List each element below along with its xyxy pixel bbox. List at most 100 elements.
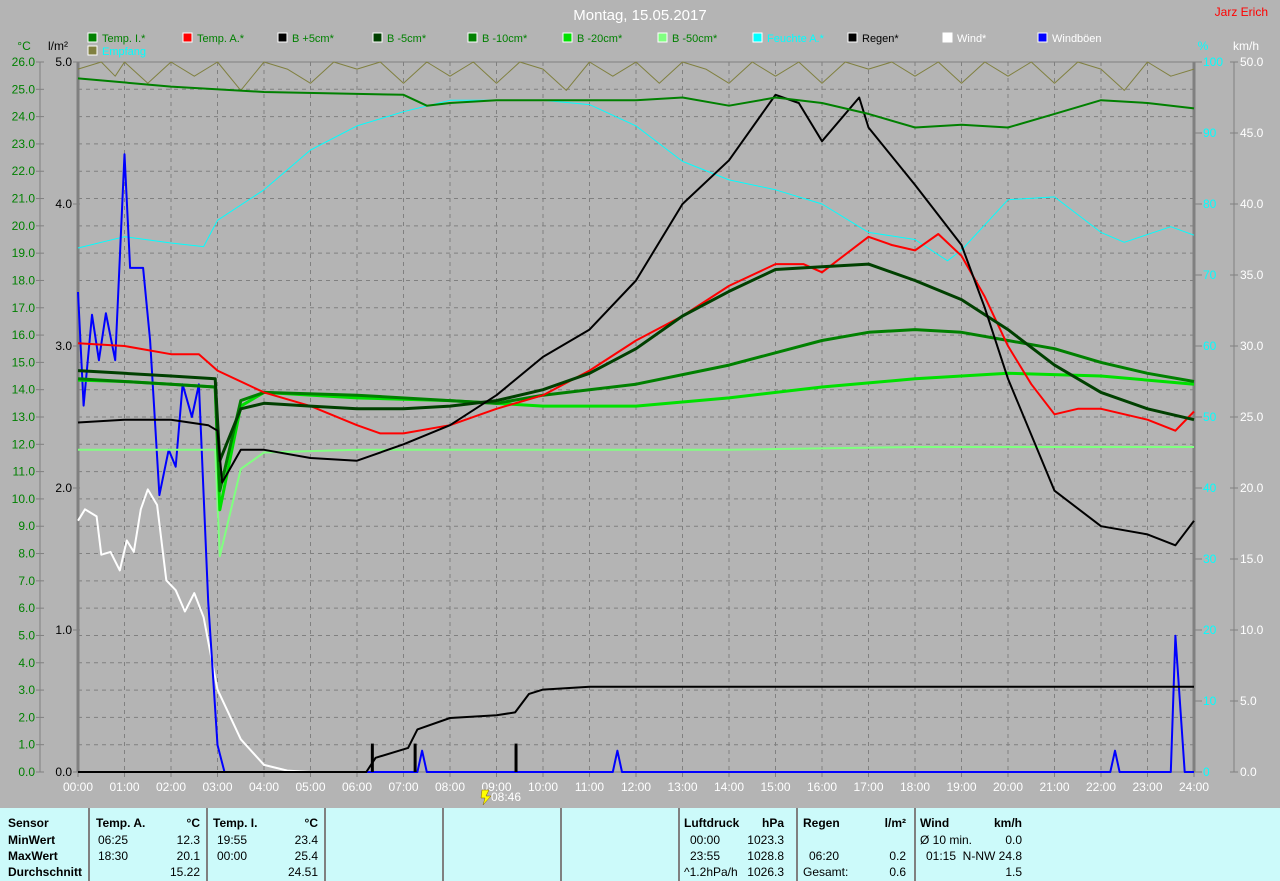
x-tick-label: 14:00	[714, 780, 744, 794]
rain-tick-label: 2.0	[55, 481, 72, 495]
pressure-max-time: 23:55	[690, 849, 721, 863]
temp-tick-label: 23.0	[12, 137, 36, 151]
x-tick-label: 21:00	[1039, 780, 1069, 794]
x-tick-label: 04:00	[249, 780, 279, 794]
humidity-tick-label: 100	[1203, 55, 1223, 69]
legend-label: Temp. I.*	[102, 33, 146, 45]
pressure-min-value: 1023.3	[747, 833, 784, 847]
wind-axis-title: km/h	[1233, 39, 1259, 53]
rain-max-value: 0.2	[889, 849, 906, 863]
legend-swatch	[277, 32, 288, 43]
legend-label: B -20cm*	[577, 33, 623, 45]
legend-swatch	[657, 32, 668, 43]
legend-swatch	[1037, 32, 1048, 43]
row-label-min: MinWert	[8, 833, 56, 847]
row-header: Sensor	[8, 816, 49, 830]
x-tick-label: 02:00	[156, 780, 186, 794]
temp-tick-label: 16.0	[12, 328, 36, 342]
x-tick-label: 24:00	[1179, 780, 1209, 794]
humidity-tick-label: 0	[1203, 765, 1210, 779]
rain-total-label: Gesamt:	[803, 865, 849, 879]
rain-header: Regen	[803, 816, 840, 830]
temp-tick-label: 3.0	[18, 683, 35, 697]
legend-swatch	[182, 32, 193, 43]
now-marker: 08:46	[480, 789, 521, 805]
humidity-tick-label: 70	[1203, 268, 1217, 282]
x-tick-label: 08:00	[435, 780, 465, 794]
humidity-axis-title: %	[1198, 39, 1209, 53]
temp-tick-label: 15.0	[12, 355, 36, 369]
legend-swatch	[372, 32, 383, 43]
temp-i-min-value: 23.4	[294, 833, 318, 847]
series-line-wind	[77, 488, 311, 773]
x-tick-label: 05:00	[295, 780, 325, 794]
legend-label: B -50cm*	[672, 33, 718, 45]
legend: Temp. I.* Temp. A.* B +5cm* B -5cm* B -10cm*…	[87, 32, 1102, 58]
x-tick-label: 01:00	[109, 780, 139, 794]
temp-a-avg: 15.22	[169, 865, 200, 879]
humidity-tick-label: 40	[1203, 481, 1217, 495]
wind-tick-label: 10.0	[1240, 623, 1264, 637]
wind-max-time: 01:15	[926, 849, 957, 863]
wind-tick-label: 45.0	[1240, 126, 1264, 140]
temp-tick-label: 12.0	[12, 437, 36, 451]
pressure-header: Luftdruck	[684, 816, 740, 830]
temp-tick-label: 4.0	[18, 656, 35, 670]
humidity-tick-label: 80	[1203, 197, 1217, 211]
rain-tick-label: 4.0	[55, 197, 72, 211]
statistics-table: Sensor MinWert MaxWert Durchschnitt Temp…	[0, 808, 1280, 881]
x-tick-label: 06:00	[342, 780, 372, 794]
x-tick-label: 18:00	[900, 780, 930, 794]
x-tick-label: 13:00	[667, 780, 697, 794]
legend-label: Empfang	[102, 46, 146, 58]
col-divider	[442, 808, 560, 881]
legend-label: B -5cm*	[387, 33, 427, 45]
legend-swatch	[752, 32, 763, 43]
wind-tick-label: 40.0	[1240, 197, 1264, 211]
temp-tick-label: 13.0	[12, 410, 36, 424]
rain-total: 0.6	[889, 865, 906, 879]
humidity-tick-label: 50	[1203, 410, 1217, 424]
x-tick-label: 10:00	[528, 780, 558, 794]
temp-i-header: Temp. I.	[213, 816, 258, 830]
humidity-tick-label: 30	[1203, 552, 1217, 566]
temp-a-header: Temp. A.	[96, 816, 146, 830]
pressure-trend: ^1.2hPa/h	[684, 865, 738, 879]
x-tick-label: 22:00	[1086, 780, 1116, 794]
col-divider	[560, 808, 678, 881]
humidity-tick-label: 20	[1203, 623, 1217, 637]
humidity-tick-label: 60	[1203, 339, 1217, 353]
temp-tick-label: 14.0	[12, 383, 36, 397]
chart-title: Montag, 15.05.2017	[573, 7, 706, 24]
temp-tick-label: 2.0	[18, 710, 35, 724]
wind-tick-label: 35.0	[1240, 268, 1264, 282]
temp-tick-label: 1.0	[18, 738, 35, 752]
temp-tick-label: 8.0	[18, 547, 35, 561]
wind-avg10-value: 0.0	[1005, 833, 1022, 847]
wind-tick-label: 20.0	[1240, 481, 1264, 495]
temp-tick-label: 10.0	[12, 492, 36, 506]
pressure-min-time: 00:00	[690, 833, 721, 847]
wind-header: Wind	[920, 816, 950, 830]
x-tick-label: 03:00	[202, 780, 232, 794]
pressure-avg: 1026.3	[747, 865, 784, 879]
grid	[76, 61, 1196, 773]
temp-i-unit: °C	[304, 816, 318, 830]
rain-tick-label: 0.0	[55, 765, 72, 779]
legend-label: Windböen	[1052, 33, 1102, 45]
temp-tick-label: 18.0	[12, 273, 36, 287]
temp-tick-label: 17.0	[12, 301, 36, 315]
rain-axis-title: l/m²	[48, 39, 68, 53]
temp-tick-label: 7.0	[18, 574, 35, 588]
temp-tick-label: 19.0	[12, 246, 36, 260]
x-tick-label: 17:00	[853, 780, 883, 794]
wind-unit: km/h	[993, 816, 1022, 830]
temp-tick-label: 6.0	[18, 601, 35, 615]
wind-avg: 1.5	[1005, 865, 1022, 879]
temp-tick-label: 0.0	[18, 765, 35, 779]
wind-tick-label: 0.0	[1240, 765, 1257, 779]
wind-tick-label: 5.0	[1240, 694, 1257, 708]
weather-chart: Montag, 15.05.2017 Jarz Erich Temp. I.* T…	[12, 5, 1268, 805]
temp-a-min-time: 06:25	[98, 833, 129, 847]
x-tick-label: 19:00	[946, 780, 976, 794]
